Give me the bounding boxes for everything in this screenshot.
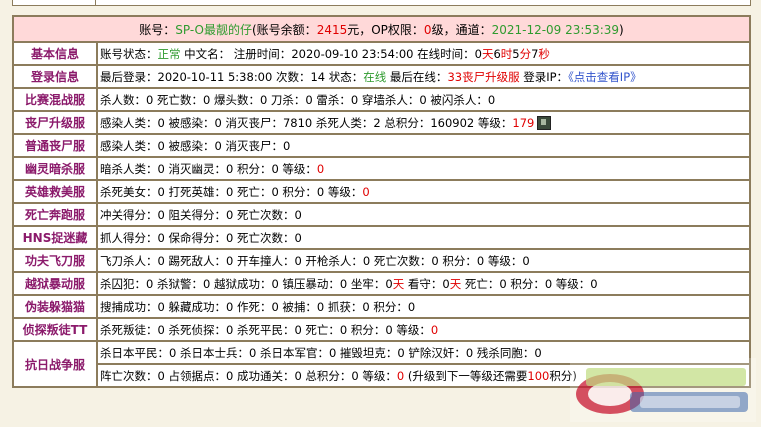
label-jailbreak: 越狱暴动服 (13, 272, 97, 295)
balance-value: 2415 (316, 22, 348, 37)
value-ghost-assassin: 暗杀人类：0 消灭幽灵：0 积分：0 等级：0 (97, 157, 750, 180)
last-server-label: 最后在线： (386, 69, 448, 84)
ghost-stats: 暗杀人类：0 消灭幽灵：0 积分：0 等级： (100, 161, 317, 176)
account-suffix: ) (619, 22, 624, 37)
row-zombie-up: 丧尸升级服 感染人类：0 被感染：0 消灭丧尸：7810 杀死人类：2 总积分：… (13, 111, 750, 134)
account-header: 账号：SP-O最靓的仔(账号余额：2415元，OP权限：0级，通道：2021-1… (13, 16, 750, 42)
label-zombie-normal: 普通丧尸服 (13, 134, 97, 157)
value-hns: 抓人得分：0 保命得分：0 死亡次数：0 (97, 226, 750, 249)
previous-cell-left (12, 0, 96, 6)
value-kungfu-knife: 飞刀杀人：0 踢死敌人：0 开车撞人：0 开枪杀人：0 死亡次数：0 积分：0 … (97, 249, 750, 272)
value-mixed-server: 杀人数：0 死亡数：0 爆头数：0 刀杀：0 雷杀：0 穿墙杀人：0 被闪杀人：… (97, 88, 750, 111)
login-ip-label: 登录IP： (519, 69, 569, 84)
login-count-label: 次数： (272, 69, 311, 84)
detective-stats: 杀死叛徒：0 杀死侦探：0 杀死平民：0 死亡：0 积分：0 等级： (100, 322, 431, 337)
label-detective-traitor: 侦探叛徒TT (13, 318, 97, 341)
reg-time: 2020-09-10 23:54:00 (291, 46, 414, 61)
row-login: 登录信息 最后登录：2020-10-11 5:38:00 次数：14 状态：在线… (13, 65, 750, 88)
value-hero-rescue: 杀死美女：0 打死英雄：0 死亡：0 积分：0 等级：0 (97, 180, 750, 203)
hero-level: 0 (362, 184, 370, 199)
label-hns: HNS捉迷藏 (13, 226, 97, 249)
label-ghost-assassin: 幽灵暗杀服 (13, 157, 97, 180)
unit-minute: 分 (519, 46, 532, 61)
jail-stats-1: 杀囚犯：0 杀狱警：0 越狱成功：0 镇压暴动：0 坐牢：0 (100, 276, 393, 291)
value-death-run: 冲关得分：0 阻关得分：0 死亡次数：0 (97, 203, 750, 226)
war-progress-stats: 阵亡次数：0 占领据点：0 成功通关：0 总积分：0 等级： (100, 368, 397, 383)
channel-label: 级，通道： (431, 22, 492, 37)
last-login-label: 最后登录： (100, 69, 158, 84)
unit-second: 秒 (538, 46, 550, 61)
channel-timestamp: 2021-12-09 23:53:39 (491, 22, 620, 37)
op-label: 元，OP权限： (347, 22, 424, 37)
label-war-server: 抗日战争服 (13, 341, 97, 387)
row-ghost: 幽灵暗杀服 暗杀人类：0 消灭幽灵：0 积分：0 等级：0 (13, 157, 750, 180)
ghost-level: 0 (316, 161, 325, 176)
balance-label: (账号余额： (252, 22, 317, 37)
status-value: 正常 (157, 46, 181, 61)
label-kungfu-knife: 功夫飞刀服 (13, 249, 97, 272)
unit-hour: 时 (500, 46, 513, 61)
value-zombie-normal: 感染人类：0 被感染：0 消灭丧尸：0 (97, 134, 750, 157)
hero-stats: 杀死美女：0 打死英雄：0 死亡：0 积分：0 等级： (100, 184, 363, 199)
value-zombie-upgrade: 感染人类：0 被感染：0 消灭丧尸：7810 杀死人类：2 总积分：160902… (97, 111, 750, 134)
online-minutes: 5 (512, 46, 520, 61)
online-hours: 6 (493, 46, 501, 61)
value-detective-traitor: 杀死叛徒：0 杀死侦探：0 杀死平民：0 死亡：0 积分：0 等级：0 (97, 318, 750, 341)
value-jailbreak: 杀囚犯：0 杀狱警：0 越狱成功：0 镇压暴动：0 坐牢：0天 看守：0天 死亡… (97, 272, 750, 295)
account-prefix: 账号： (139, 22, 176, 37)
status-label: 账号状态： (100, 46, 158, 61)
label-login-info: 登录信息 (13, 65, 97, 88)
row-zombie: 普通丧尸服 感染人类：0 被感染：0 消灭丧尸：0 (13, 134, 750, 157)
jail-unit-day-2: 天 (449, 276, 462, 291)
jail-unit-day-1: 天 (392, 276, 405, 291)
row-detect: 侦探叛徒TT 杀死叛徒：0 杀死侦探：0 杀死平民：0 死亡：0 积分：0 等级… (13, 318, 750, 341)
view-ip-link[interactable]: 《点击查看IP》 (568, 70, 642, 84)
label-death-run: 死亡奔跑服 (13, 203, 97, 226)
row-jail: 越狱暴动服 杀囚犯：0 杀狱警：0 越狱成功：0 镇压暴动：0 坐牢：0天 看守… (13, 272, 750, 295)
label-basic-info: 基本信息 (13, 42, 97, 65)
unit-day: 天 (481, 46, 494, 61)
row-knife: 功夫飞刀服 飞刀杀人：0 踢死敌人：0 开车撞人：0 开枪杀人：0 死亡次数：0… (13, 249, 750, 272)
online-days: 0 (474, 46, 482, 61)
label-mixed-server: 比赛混战服 (13, 88, 97, 111)
previous-cell-right (95, 0, 751, 6)
page-frame: 账号：SP-O最靓的仔(账号余额：2415元，OP权限：0级，通道：2021-1… (0, 0, 761, 427)
value-prop-hunt: 搜捕成功：0 躲藏成功：0 作死：0 被捕：0 抓获：0 积分：0 (97, 295, 750, 318)
upgrade-prefix: (升级到下一等级还需要 (404, 368, 528, 383)
row-mixed: 比赛混战服 杀人数：0 死亡数：0 爆头数：0 刀杀：0 雷杀：0 穿墙杀人：0… (13, 88, 750, 111)
op-level: 0 (423, 22, 432, 37)
login-state: 在线 (363, 69, 387, 84)
site-watermark-logo (570, 358, 756, 422)
zombie-upgrade-level: 179 (512, 115, 535, 130)
login-state-label: 状态： (325, 69, 364, 84)
online-label: 在线时间： (413, 46, 475, 61)
row-basic: 基本信息 账号状态：正常 中文名： 注册时间：2020-09-10 23:54:… (13, 42, 750, 65)
jail-stats-2: 看守：0 (404, 276, 450, 291)
label-prop-hunt: 伪装躲猫猫 (13, 295, 97, 318)
previous-table-bottom (0, 0, 761, 10)
row-escape: 死亡奔跑服 冲关得分：0 阻关得分：0 死亡次数：0 (13, 203, 750, 226)
value-basic-info: 账号状态：正常 中文名： 注册时间：2020-09-10 23:54:00 在线… (97, 42, 750, 65)
label-hero-rescue: 英雄救美服 (13, 180, 97, 203)
row-hns: HNS捉迷藏 抓人得分：0 保命得分：0 死亡次数：0 (13, 226, 750, 249)
zombie-upgrade-stats: 感染人类：0 被感染：0 消灭丧尸：7810 杀死人类：2 总积分：160902… (100, 115, 513, 130)
account-info-table: 账号：SP-O最靓的仔(账号余额：2415元，OP权限：0级，通道：2021-1… (12, 15, 751, 388)
row-hide: 伪装躲猫猫 搜捕成功：0 躲藏成功：0 作死：0 被捕：0 抓获：0 积分：0 (13, 295, 750, 318)
jail-stats-3: 死亡：0 积分：0 等级：0 (461, 276, 598, 291)
last-login-time: 2020-10-11 5:38:00 (157, 69, 273, 84)
detective-level: 0 (430, 322, 439, 337)
account-name: SP-O最靓的仔 (175, 22, 252, 37)
label-zombie-upgrade: 丧尸升级服 (13, 111, 97, 134)
value-login-info: 最后登录：2020-10-11 5:38:00 次数：14 状态：在线 最后在线… (97, 65, 750, 88)
rank-badge-icon (537, 116, 552, 130)
account-header-row: 账号：SP-O最靓的仔(账号余额：2415元，OP权限：0级，通道：2021-1… (13, 16, 750, 42)
login-count: 14 (310, 69, 326, 84)
row-hero: 英雄救美服 杀死美女：0 打死英雄：0 死亡：0 积分：0 等级：0 (13, 180, 750, 203)
last-server: 33丧尸升级服 (447, 69, 520, 84)
upgrade-points-needed: 100 (527, 368, 550, 383)
cn-reg-label: 中文名： 注册时间： (180, 46, 292, 61)
